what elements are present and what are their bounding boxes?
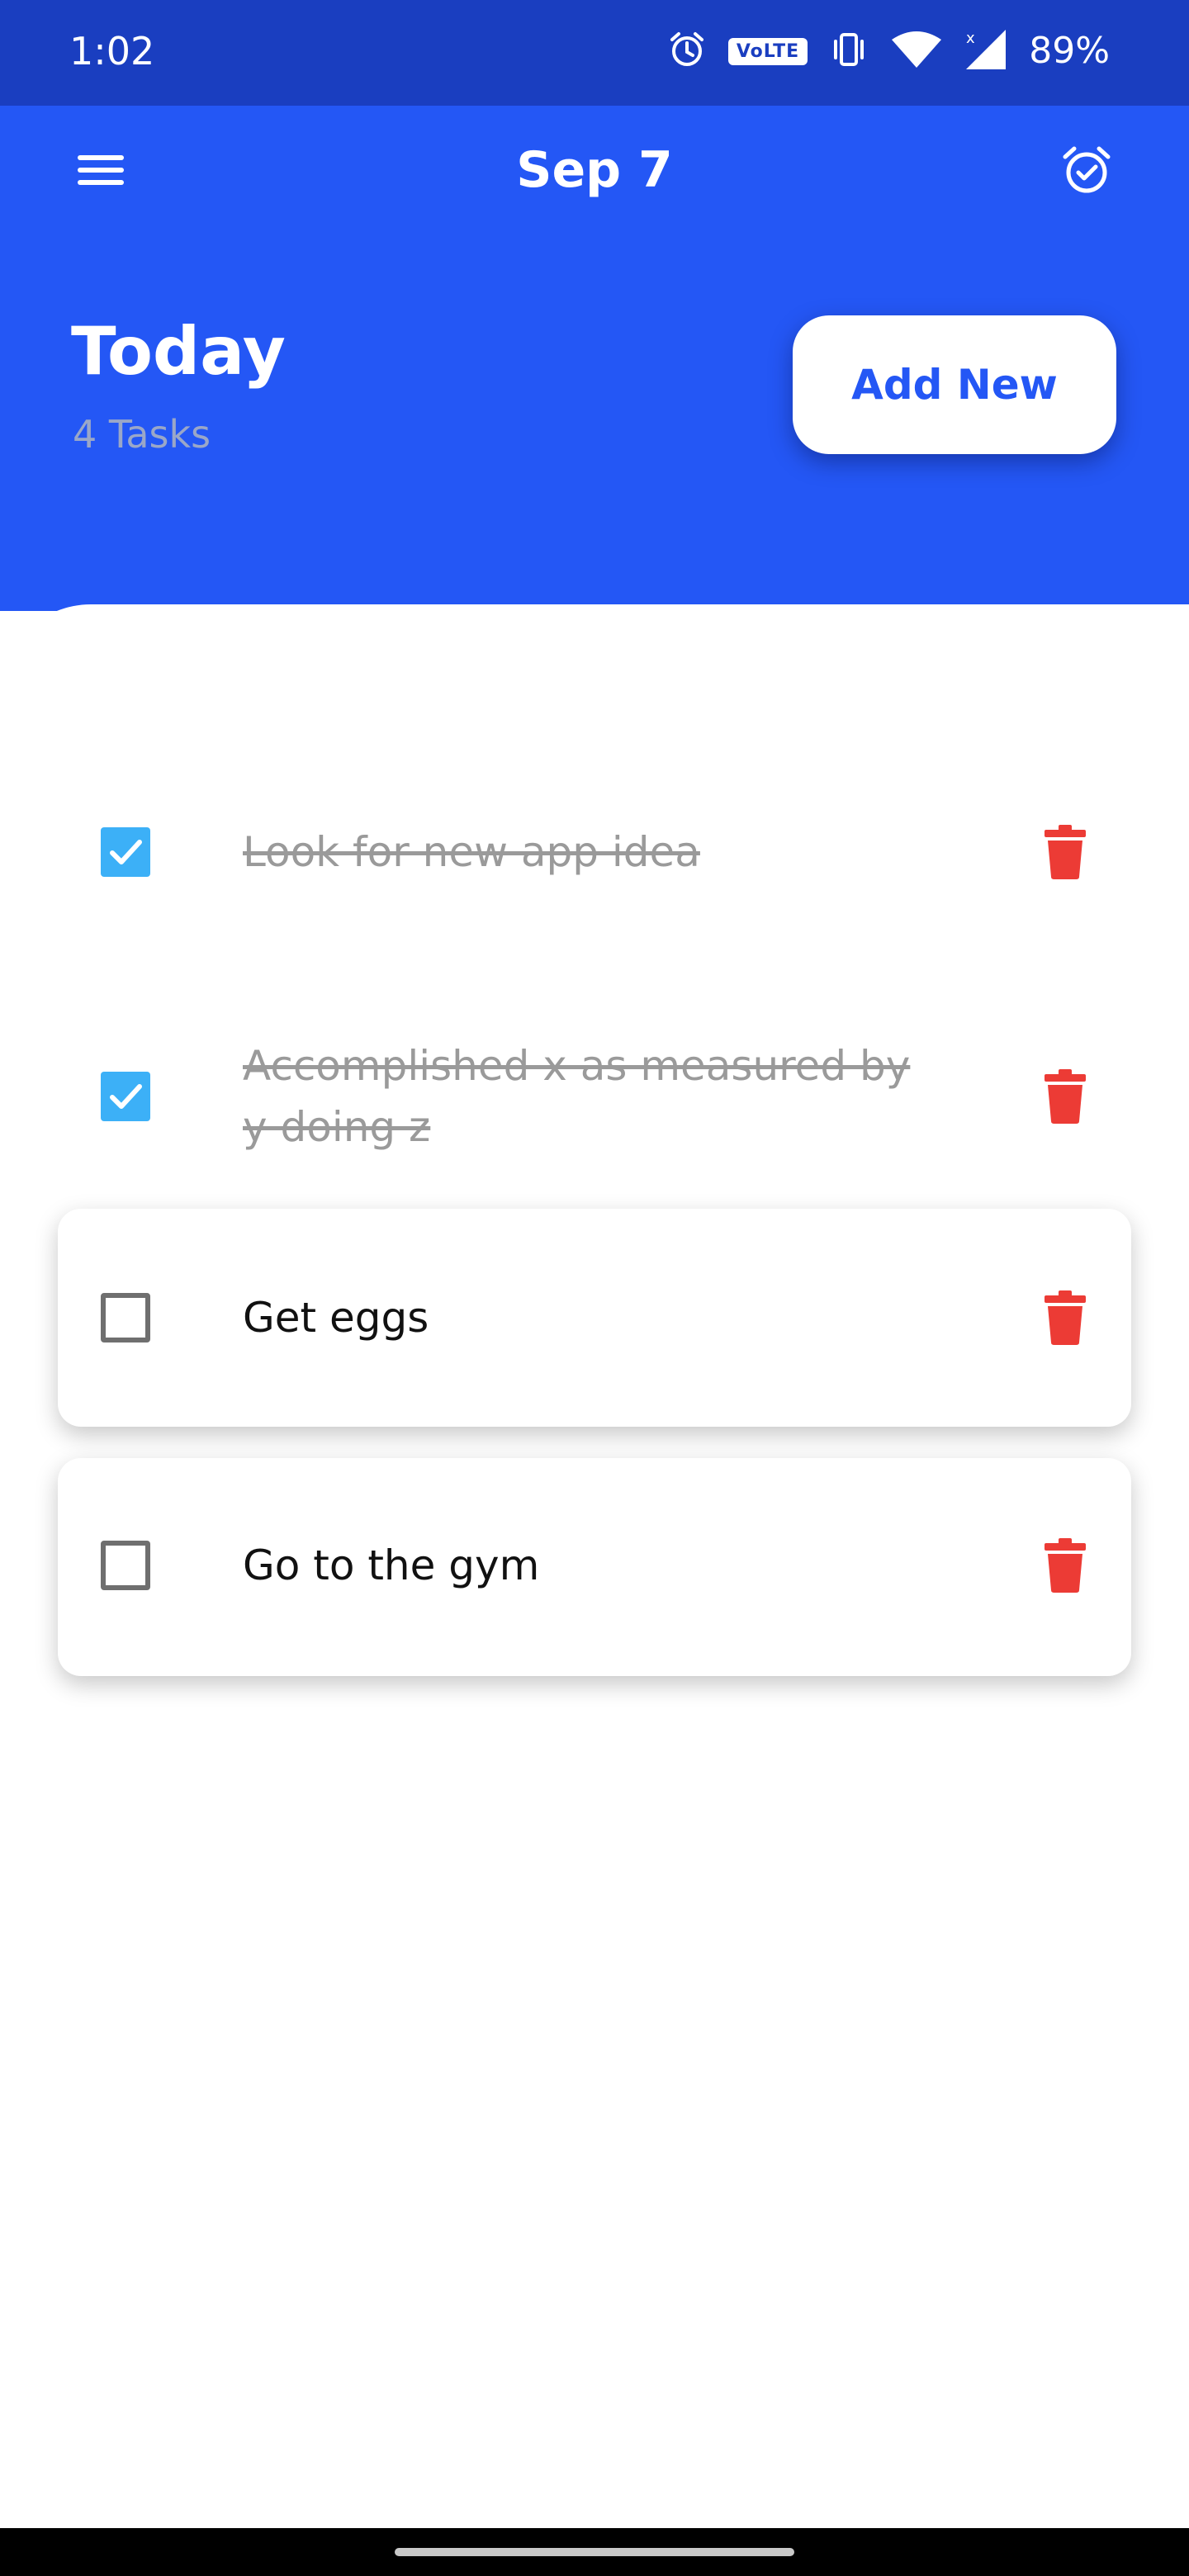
add-new-button[interactable]: Add New — [793, 315, 1116, 454]
task-text: Accomplished x as measured by y doing z — [243, 1042, 911, 1151]
alarm-icon — [667, 30, 707, 73]
svg-text:x: x — [966, 30, 975, 47]
signal-icon: x — [964, 28, 1007, 74]
today-heading: Today — [71, 313, 286, 390]
task-item: Accomplished x as measured by y doing z — [58, 1001, 1131, 1191]
system-nav-bar — [0, 2528, 1189, 2576]
delete-task-button[interactable] — [1032, 819, 1098, 885]
task-checkbox[interactable] — [101, 827, 150, 877]
trash-icon — [1045, 1290, 1086, 1345]
trash-icon — [1045, 825, 1086, 879]
task-checkbox[interactable] — [101, 1072, 150, 1121]
delete-task-button[interactable] — [1032, 1532, 1098, 1598]
task-text: Go to the gym — [243, 1541, 540, 1589]
status-time: 1:02 — [69, 29, 155, 73]
trash-icon — [1045, 1069, 1086, 1124]
task-item: Look for new app idea — [58, 761, 1131, 943]
task-checkbox[interactable] — [101, 1293, 150, 1342]
vibrate-icon — [829, 30, 869, 73]
battery-level: 89% — [1029, 30, 1110, 72]
wifi-icon — [890, 30, 943, 73]
alarm-check-icon — [1063, 146, 1111, 193]
task-checkbox[interactable] — [101, 1541, 150, 1590]
volte-icon: VoLTE — [727, 37, 808, 65]
trash-icon — [1045, 1538, 1086, 1593]
task-text: Look for new app idea — [243, 828, 700, 876]
task-item: Get eggs — [58, 1209, 1131, 1427]
task-item: Go to the gym — [58, 1458, 1131, 1676]
task-text: Get eggs — [243, 1294, 429, 1342]
status-icons: VoLTE x 89% — [646, 26, 1110, 76]
checkmark-icon — [110, 840, 142, 864]
app-header: Sep 7 Today 4 Tasks Add New — [0, 106, 1189, 611]
delete-task-button[interactable] — [1032, 1285, 1098, 1351]
task-count: 4 Tasks — [73, 412, 211, 457]
alarm-button[interactable] — [1054, 137, 1120, 203]
checkmark-icon — [110, 1084, 142, 1109]
home-indicator[interactable] — [395, 2548, 794, 2556]
status-bar: 1:02 VoLTE x 89% — [0, 0, 1189, 106]
delete-task-button[interactable] — [1032, 1063, 1098, 1129]
task-list: Look for new app idea Accomplished x as … — [0, 604, 1189, 2528]
page-title: Sep 7 — [516, 141, 673, 199]
